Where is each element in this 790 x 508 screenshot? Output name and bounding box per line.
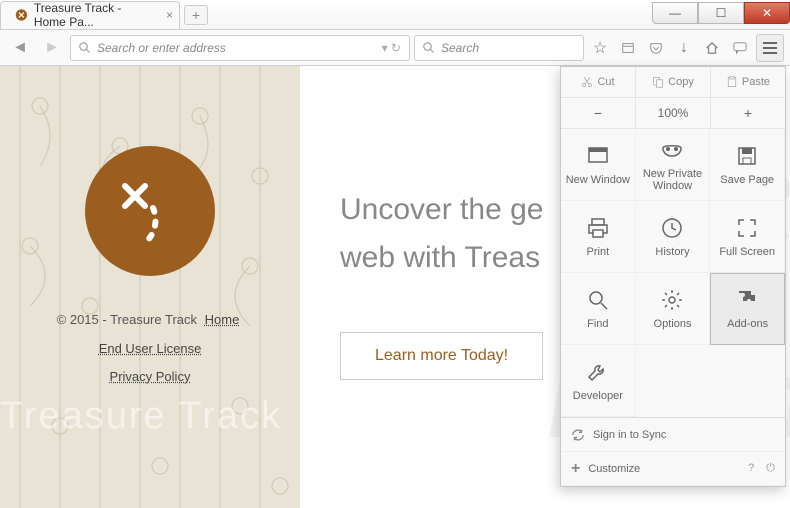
star-icon[interactable]: ☆: [588, 36, 612, 60]
page-content: PC k.com © 2015 - Treasure Track: [0, 66, 790, 508]
menu-print[interactable]: Print: [561, 201, 636, 273]
menu-save-page[interactable]: Save Page: [710, 129, 785, 201]
downloads-icon[interactable]: ↓: [672, 36, 696, 60]
addons-icon: [736, 288, 760, 312]
copy-button[interactable]: Copy: [636, 67, 711, 97]
plus-icon: +: [571, 460, 580, 478]
menu-options[interactable]: Options: [636, 273, 711, 345]
window-controls: — ☐ ✕: [652, 6, 790, 24]
tab-favicon-icon: [15, 7, 28, 23]
menu-find[interactable]: Find: [561, 273, 636, 345]
print-icon: [586, 216, 610, 240]
link-privacy[interactable]: Privacy Policy: [110, 369, 191, 384]
hamburger-menu-panel: Cut Copy Paste − 100% + New Window New P…: [560, 66, 786, 487]
mask-icon: [660, 138, 684, 162]
search-bar[interactable]: Search: [414, 35, 584, 61]
window-icon: [586, 144, 610, 168]
window-titlebar: Treasure Track - Home Pa... × + — ☐ ✕: [0, 0, 790, 30]
site-logo: [85, 146, 215, 276]
home-icon[interactable]: [700, 36, 724, 60]
cut-button[interactable]: Cut: [561, 67, 636, 97]
search-icon: [423, 42, 435, 54]
menu-new-window[interactable]: New Window: [561, 129, 636, 201]
tab-close-icon[interactable]: ×: [166, 8, 173, 22]
link-eula[interactable]: End User License: [99, 341, 202, 356]
history-icon: [660, 216, 684, 240]
gear-icon: [660, 288, 684, 312]
paste-button[interactable]: Paste: [711, 67, 785, 97]
menu-history[interactable]: History: [636, 201, 711, 273]
menu-footer: Sign in to Sync + Customize ? ⏻: [561, 417, 785, 486]
forward-button[interactable]: ►: [38, 34, 66, 62]
pocket-icon[interactable]: [644, 36, 668, 60]
menu-addons[interactable]: Add-ons: [710, 273, 785, 345]
find-icon: [586, 288, 610, 312]
new-tab-button[interactable]: +: [184, 5, 208, 25]
zoom-out-button[interactable]: −: [561, 98, 636, 128]
tab-title: Treasure Track - Home Pa...: [34, 1, 155, 29]
cut-icon: [581, 76, 593, 88]
wrench-icon: [586, 360, 610, 384]
logo-x-icon: [85, 146, 215, 276]
search-placeholder: Search: [441, 41, 479, 55]
edit-row: Cut Copy Paste: [561, 67, 785, 98]
power-icon[interactable]: ⏻: [766, 462, 775, 475]
save-icon: [735, 144, 759, 168]
page-sidebar: © 2015 - Treasure Track Home End User Li…: [0, 66, 300, 508]
chat-icon[interactable]: [728, 36, 752, 60]
maximize-button[interactable]: ☐: [698, 2, 744, 24]
url-placeholder: Search or enter address: [97, 41, 226, 55]
link-home[interactable]: Home: [205, 312, 240, 327]
footer-links: © 2015 - Treasure Track Home End User Li…: [20, 306, 280, 392]
url-dropdown-icon[interactable]: ▾ ↻: [382, 41, 401, 55]
address-bar[interactable]: Search or enter address ▾ ↻: [70, 35, 410, 61]
search-icon: [79, 42, 91, 54]
copy-icon: [652, 76, 664, 88]
fullscreen-icon: [735, 216, 759, 240]
close-window-button[interactable]: ✕: [744, 2, 790, 24]
back-button[interactable]: ◄: [6, 34, 34, 62]
menu-fullscreen[interactable]: Full Screen: [710, 201, 785, 273]
browser-tab[interactable]: Treasure Track - Home Pa... ×: [0, 1, 180, 29]
menu-developer[interactable]: Developer: [561, 345, 636, 417]
help-icon[interactable]: ?: [748, 462, 754, 475]
zoom-row: − 100% +: [561, 98, 785, 129]
menu-grid: New Window New Private Window Save Page …: [561, 129, 785, 417]
sync-icon: [571, 428, 585, 442]
zoom-in-button[interactable]: +: [711, 98, 785, 128]
bookmarks-icon[interactable]: [616, 36, 640, 60]
minimize-button[interactable]: —: [652, 2, 698, 24]
menu-button[interactable]: [756, 34, 784, 62]
browser-toolbar: ◄ ► Search or enter address ▾ ↻ Search ☆…: [0, 30, 790, 66]
learn-more-button[interactable]: Learn more Today!: [340, 332, 543, 380]
copyright-text: © 2015 - Treasure Track: [57, 312, 197, 327]
menu-private-window[interactable]: New Private Window: [636, 129, 711, 201]
paste-icon: [726, 76, 738, 88]
zoom-level: 100%: [636, 98, 711, 128]
sign-in-sync[interactable]: Sign in to Sync: [561, 418, 785, 452]
customize-button[interactable]: + Customize ? ⏻: [561, 452, 785, 486]
